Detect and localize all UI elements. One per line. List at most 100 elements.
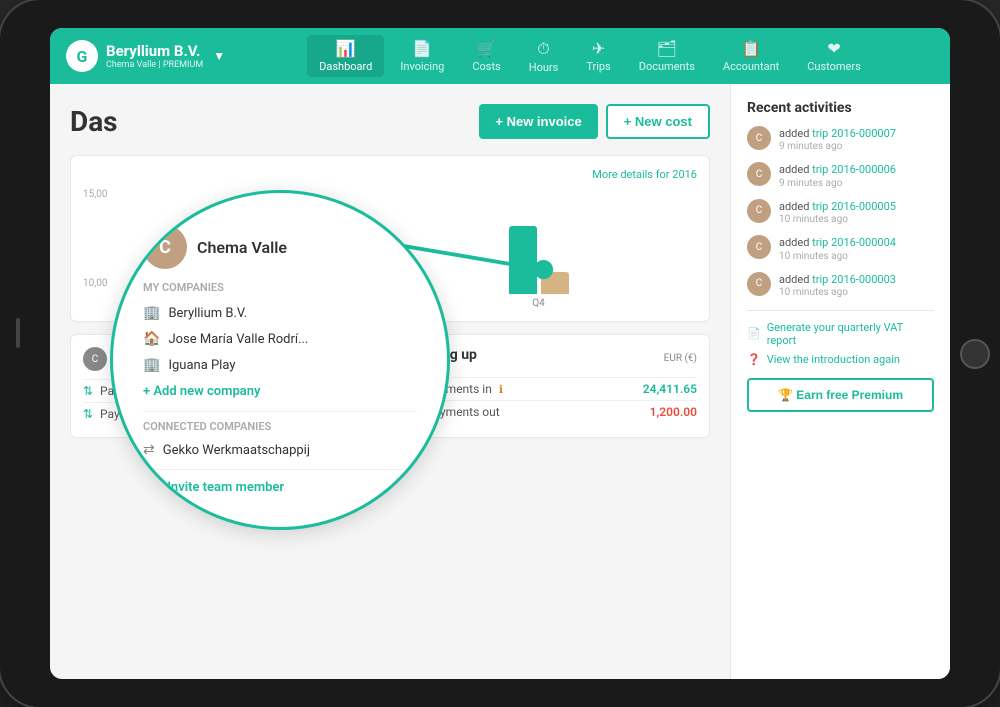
new-cost-button[interactable]: + New cost	[606, 104, 710, 139]
documents-icon: 🗂	[657, 39, 677, 58]
intro-link[interactable]: ❓ View the introduction again	[747, 353, 934, 366]
customers-icon: ❤	[827, 39, 840, 58]
company-icon-jose: 🏠	[143, 331, 160, 347]
activity-action-4: added	[779, 273, 809, 286]
company-icon-beryllium: 🏢	[143, 305, 160, 321]
activity-item-3: C added trip 2016-000004 10 minutes ago	[747, 235, 934, 261]
company-item-jose[interactable]: 🏠 Jose María Valle Rodrí...	[143, 326, 417, 352]
nav-invoicing[interactable]: 📄 Invoicing	[388, 35, 456, 77]
accountant-icon: 📋	[741, 39, 761, 58]
page-title: Das	[70, 105, 118, 138]
nav-costs[interactable]: 🛒 Costs	[460, 35, 512, 77]
activity-time-4: 10 minutes ago	[779, 287, 896, 298]
avatar-sm: C	[83, 347, 107, 371]
invite-label: Invite team member	[167, 480, 284, 495]
activity-link-3[interactable]: trip 2016-000004	[812, 236, 896, 249]
hours-icon: ⏱	[537, 39, 549, 59]
coming-up-out-amount: 1,200.00	[650, 405, 697, 419]
invite-icon: 👥	[143, 480, 159, 495]
side-button[interactable]	[16, 318, 20, 348]
activity-item-4: C added trip 2016-000003 10 minutes ago	[747, 272, 934, 298]
activity-time-2: 10 minutes ago	[779, 214, 896, 225]
bar-q4-tan	[541, 272, 569, 294]
nav-documents-label: Documents	[639, 60, 695, 73]
vat-report-link[interactable]: 📄 Generate your quarterly VAT report	[747, 321, 934, 347]
left-panel: Das + New invoice + New cost More detail…	[50, 84, 730, 679]
intro-label: View the introduction again	[767, 353, 900, 366]
header-buttons: + New invoice + New cost	[479, 104, 710, 139]
home-button[interactable]	[960, 339, 990, 369]
user-name: Chema Valle	[197, 238, 287, 257]
dashboard-header: Das + New invoice + New cost	[70, 104, 710, 139]
main-content: Das + New invoice + New cost More detail…	[50, 84, 950, 679]
bar-q4-green	[509, 226, 537, 294]
activity-link-0[interactable]: trip 2016-000007	[812, 127, 896, 140]
activity-item-2: C added trip 2016-000005 10 minutes ago	[747, 199, 934, 225]
company-item-gekko[interactable]: ⇄ Gekko Werkmaatschappij	[143, 437, 417, 463]
brand-text: Beryllium B.V. Chema Valle | PREMIUM	[106, 42, 203, 71]
nav-hours-label: Hours	[529, 61, 559, 74]
activity-time-1: 9 minutes ago	[779, 178, 896, 189]
company-icon-iguana: 🏢	[143, 357, 160, 373]
dropdown-caret-icon: ▼	[213, 49, 225, 63]
company-item-beryllium[interactable]: 🏢 Beryllium B.V.	[143, 300, 417, 326]
activity-avatar-2: C	[747, 199, 771, 223]
nav-costs-label: Costs	[472, 60, 500, 73]
info-icon: ℹ	[499, 383, 503, 396]
trips-icon: ✈	[592, 39, 605, 58]
activity-text-0: added trip 2016-000007 9 minutes ago	[779, 126, 896, 152]
activity-time-0: 9 minutes ago	[779, 141, 896, 152]
nav-accountant[interactable]: 📋 Accountant	[711, 35, 791, 77]
coming-up-row-out: ⇅ Payments out 1,200.00	[409, 400, 697, 423]
company-name-iguana: Iguana Play	[168, 358, 235, 373]
vat-icon: 📄	[747, 327, 761, 340]
add-company-label: + Add new company	[143, 384, 260, 399]
brand-sub: Chema Valle | PREMIUM	[106, 60, 203, 71]
bar-q4-label: Q4	[532, 298, 545, 309]
coming-up-row-in: ⇅ Payments in ℹ 24,411.65	[409, 377, 697, 400]
chart-details-link[interactable]: More details for 2016	[592, 168, 697, 181]
chart-y-label-mid: 10,00	[83, 278, 107, 289]
nav-dashboard-label: Dashboard	[319, 60, 372, 73]
nav-hours[interactable]: ⏱ Hours	[517, 35, 571, 78]
activity-text-2: added trip 2016-000005 10 minutes ago	[779, 199, 896, 225]
recent-activities-title: Recent activities	[747, 100, 934, 116]
activity-action-1: added	[779, 163, 809, 176]
earn-premium-button[interactable]: 🏆 Earn free Premium	[747, 378, 934, 412]
nav-documents[interactable]: 🗂 Documents	[627, 35, 707, 77]
nav-invoicing-label: Invoicing	[400, 60, 444, 73]
nav-items: 📊 Dashboard 📄 Invoicing 🛒 Costs ⏱ Hours …	[246, 35, 934, 78]
nav-dashboard[interactable]: 📊 Dashboard	[307, 35, 384, 77]
brand-logo: G	[66, 40, 98, 72]
add-company-button[interactable]: + Add new company	[143, 378, 417, 405]
activity-link-4[interactable]: trip 2016-000003	[812, 273, 896, 286]
company-icon-gekko: ⇄	[143, 442, 155, 458]
nav-customers-label: Customers	[807, 60, 861, 73]
nav-trips[interactable]: ✈ Trips	[574, 35, 622, 77]
chart-y-label-top: 15,00	[83, 189, 107, 200]
invite-team-member-button[interactable]: 👥 Invite team member	[143, 480, 417, 495]
brand-area[interactable]: G Beryllium B.V. Chema Valle | PREMIUM ▼	[66, 40, 246, 72]
activity-action-2: added	[779, 200, 809, 213]
dropdown-divider	[143, 411, 417, 412]
new-invoice-button[interactable]: + New invoice	[479, 104, 597, 139]
nav-customers[interactable]: ❤ Customers	[795, 35, 873, 77]
activity-item-0: C added trip 2016-000007 9 minutes ago	[747, 126, 934, 152]
activity-avatar-4: C	[747, 272, 771, 296]
payment-out-icon: ⇅	[83, 407, 93, 421]
activity-time-3: 10 minutes ago	[779, 251, 896, 262]
dropdown-inner: C Chema Valle My companies 🏢 Beryllium B…	[113, 205, 447, 515]
activity-link-2[interactable]: trip 2016-000005	[812, 200, 896, 213]
dashboard-icon: 📊	[336, 39, 356, 58]
nav-accountant-label: Accountant	[723, 60, 779, 73]
costs-icon: 🛒	[477, 39, 497, 58]
connected-label: Connected companies	[143, 420, 417, 433]
activity-link-1[interactable]: trip 2016-000006	[812, 163, 896, 176]
bar-group-q4: Q4	[400, 194, 677, 309]
company-name-jose: Jose María Valle Rodrí...	[168, 332, 308, 347]
nav-trips-label: Trips	[586, 60, 610, 73]
activity-avatar-3: C	[747, 235, 771, 259]
company-dropdown[interactable]: C Chema Valle My companies 🏢 Beryllium B…	[110, 190, 450, 530]
company-item-iguana[interactable]: 🏢 Iguana Play	[143, 352, 417, 378]
coming-up-currency: EUR (€)	[664, 353, 697, 364]
